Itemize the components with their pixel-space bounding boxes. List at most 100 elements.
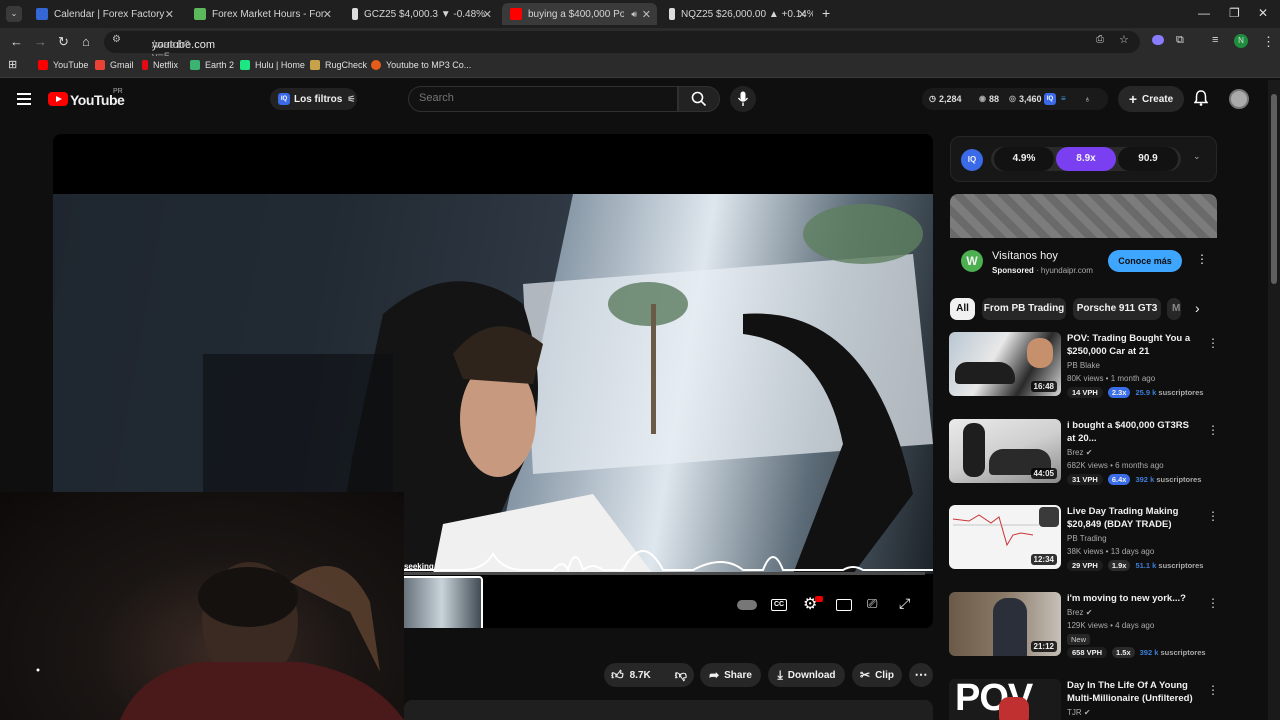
share-button[interactable]: ➦ Share <box>700 663 761 687</box>
chip-porsche[interactable]: Porsche 911 GT3 <box>1073 298 1161 320</box>
site-info-icon[interactable]: ⚙ <box>112 34 121 45</box>
ad-cta-button[interactable]: Conoce más <box>1108 250 1182 272</box>
apps-grid-icon[interactable]: ⊞ <box>8 58 17 71</box>
ad-title[interactable]: Visítanos hoy <box>992 250 1058 262</box>
like-button[interactable]: 👍︎ 8.7K 👎︎ <box>604 663 694 687</box>
search-input[interactable] <box>419 92 669 104</box>
close-tab-icon[interactable]: ✕ <box>323 8 332 21</box>
extensions-icon[interactable]: ⧉ <box>1176 34 1184 47</box>
suggested-video-2[interactable]: 44:05 i bought a $400,000 GT3RS at 20...… <box>949 419 1219 485</box>
notifications-bell-icon[interactable] <box>1194 90 1208 106</box>
video-menu-icon[interactable]: ⋮ <box>1207 683 1219 697</box>
video-title[interactable]: Live Day Trading Making $20,849 (BDAY TR… <box>1067 505 1195 531</box>
new-tab-icon[interactable]: + <box>822 5 830 21</box>
chip-more[interactable]: M <box>1167 298 1181 320</box>
chip-all[interactable]: All <box>950 298 975 320</box>
scrollbar-thumb[interactable] <box>1271 94 1277 284</box>
forward-icon[interactable]: → <box>34 34 47 49</box>
account-avatar[interactable] <box>1229 89 1249 109</box>
search-box[interactable] <box>408 86 678 112</box>
video-channel[interactable]: Brez ✔ <box>1067 608 1092 617</box>
miniplayer-icon[interactable] <box>836 599 852 611</box>
video-menu-icon[interactable]: ⋮ <box>1207 336 1219 350</box>
video-channel[interactable]: Brez ✔ <box>1067 448 1092 457</box>
video-thumbnail[interactable]: 12:34 <box>949 505 1061 569</box>
restore-icon[interactable]: ❐ <box>1229 6 1240 20</box>
browser-menu-icon[interactable]: ⋮ <box>1262 34 1275 50</box>
fullscreen-icon[interactable]: ⤢ <box>899 595 910 612</box>
channel-stats-widget[interactable]: ◷ 2,284 ◉ 88 ◎ 3,460 IQ ≡ ♁ <box>922 88 1108 110</box>
video-channel[interactable]: PB Blake <box>1067 361 1100 370</box>
create-button[interactable]: + Create <box>1118 86 1184 112</box>
suggested-video-3[interactable]: 12:34 Live Day Trading Making $20,849 (B… <box>949 505 1219 571</box>
bookmark-netflix[interactable]: Netflix <box>142 60 178 70</box>
close-window-icon[interactable]: ✕ <box>1258 6 1268 20</box>
thumbs-down-icon[interactable]: 👎︎ <box>675 668 687 683</box>
download-button[interactable]: ⤓ Download <box>768 663 845 687</box>
trophy-icon[interactable]: ♁ <box>1084 94 1091 104</box>
close-tab-icon[interactable]: ✕ <box>798 8 807 21</box>
video-thumbnail[interactable]: 16:48 <box>949 332 1061 396</box>
suggested-video-4[interactable]: 21:12 i'm moving to new york...? Brez ✔ … <box>949 592 1219 658</box>
seek-bar[interactable] <box>403 572 925 575</box>
voice-search-button[interactable] <box>730 86 756 112</box>
reload-icon[interactable]: ↻ <box>58 34 69 50</box>
iq-pill-score[interactable]: 90.9 <box>1118 147 1178 171</box>
sponsored-ad[interactable]: W Visítanos hoy Sponsored · hyundaipr.co… <box>950 194 1217 286</box>
bookmark-hulu[interactable]: Hulu | Home <box>240 60 305 70</box>
more-actions-button[interactable]: ⋯ <box>909 663 933 687</box>
video-menu-icon[interactable]: ⋮ <box>1207 596 1219 610</box>
video-thumbnail[interactable]: 21:12 <box>949 592 1061 656</box>
cast-icon[interactable]: ⎚ <box>867 596 877 612</box>
youtube-logo-icon[interactable] <box>48 92 68 106</box>
bookmark-rugcheck[interactable]: RugCheck <box>310 60 367 70</box>
url-bar[interactable]: ⚙ youtube.com/watch?v=5-tdLwM_vv4 ⎙ ☆ <box>104 31 1140 75</box>
filters-button[interactable]: IQ Los filtros ⚟ <box>270 88 357 110</box>
bookmark-star-icon[interactable]: ☆ <box>1119 33 1129 46</box>
chip-from-pb-trading[interactable]: From PB Trading <box>982 298 1066 320</box>
bookmark-yt-mp3[interactable]: Youtube to MP3 Co... <box>371 60 471 70</box>
video-channel[interactable]: PB Trading <box>1067 534 1107 543</box>
media-queue-icon[interactable]: ≡ <box>1212 34 1218 46</box>
tab-youtube-video[interactable]: buying a $400,000 Porsche 🔊︎ ✕ <box>502 3 657 25</box>
video-title[interactable]: POV: Trading Bought You a $250,000 Car a… <box>1067 332 1195 358</box>
search-button[interactable] <box>678 86 720 112</box>
tab-nasdaq-futures[interactable]: NQZ25 $26,000.00 ▲ +0.14% ✕ <box>661 3 813 25</box>
chevron-right-icon[interactable]: › <box>1195 300 1200 316</box>
description-box[interactable] <box>404 700 933 720</box>
iq-pill-percent[interactable]: 4.9% <box>994 147 1054 171</box>
video-thumbnail[interactable]: POV <box>949 679 1061 720</box>
tab-gold-futures[interactable]: GCZ25 $4,000.3 ▼ -0.48% ✕ <box>344 3 498 25</box>
profile-avatar[interactable]: N <box>1234 34 1248 48</box>
suggested-video-1[interactable]: 16:48 POV: Trading Bought You a $250,000… <box>949 332 1219 398</box>
close-tab-icon[interactable]: ✕ <box>483 8 492 21</box>
bookmark-earth2[interactable]: Earth 2 <box>190 60 234 70</box>
video-title[interactable]: i bought a $400,000 GT3RS at 20... <box>1067 419 1195 445</box>
captions-icon[interactable]: CC <box>771 599 787 611</box>
speaker-icon[interactable]: 🔊︎ <box>631 9 637 20</box>
iq-pill-multiplier[interactable]: 8.9x <box>1056 147 1116 171</box>
bookmark-gmail[interactable]: Gmail <box>95 60 134 70</box>
tab-forex-hours[interactable]: Forex Market Hours - Forex Ma ✕ <box>186 3 338 25</box>
video-menu-icon[interactable]: ⋮ <box>1207 423 1219 437</box>
autoplay-toggle[interactable] <box>737 600 757 610</box>
close-tab-icon[interactable]: ✕ <box>642 8 651 21</box>
tab-search-icon[interactable]: ⌄ <box>6 6 22 22</box>
close-tab-icon[interactable]: ✕ <box>165 8 174 21</box>
video-title[interactable]: Day In The Life Of A Young Multi-Million… <box>1067 679 1195 705</box>
install-icon[interactable]: ⎙ <box>1096 34 1104 45</box>
bookmark-youtube[interactable]: YouTube <box>38 60 88 70</box>
minimize-icon[interactable]: — <box>1198 6 1210 20</box>
home-icon[interactable]: ⌂ <box>82 34 90 49</box>
suggested-video-5[interactable]: POV Day In The Life Of A Young Multi-Mil… <box>949 679 1219 720</box>
tab-forex-calendar[interactable]: Calendar | Forex Factory ✕ <box>28 3 180 25</box>
sort-icon[interactable]: ≡ <box>1061 94 1066 103</box>
back-icon[interactable]: ← <box>10 34 23 49</box>
video-channel[interactable]: TJR ✔ <box>1067 708 1091 717</box>
video-thumbnail[interactable]: 44:05 <box>949 419 1061 483</box>
video-menu-icon[interactable]: ⋮ <box>1207 509 1219 523</box>
extension-blob-icon[interactable] <box>1152 35 1164 45</box>
video-title[interactable]: i'm moving to new york...? <box>1067 592 1195 605</box>
ad-menu-icon[interactable]: ⋮ <box>1196 252 1208 266</box>
clip-button[interactable]: ✂ Clip <box>852 663 902 687</box>
